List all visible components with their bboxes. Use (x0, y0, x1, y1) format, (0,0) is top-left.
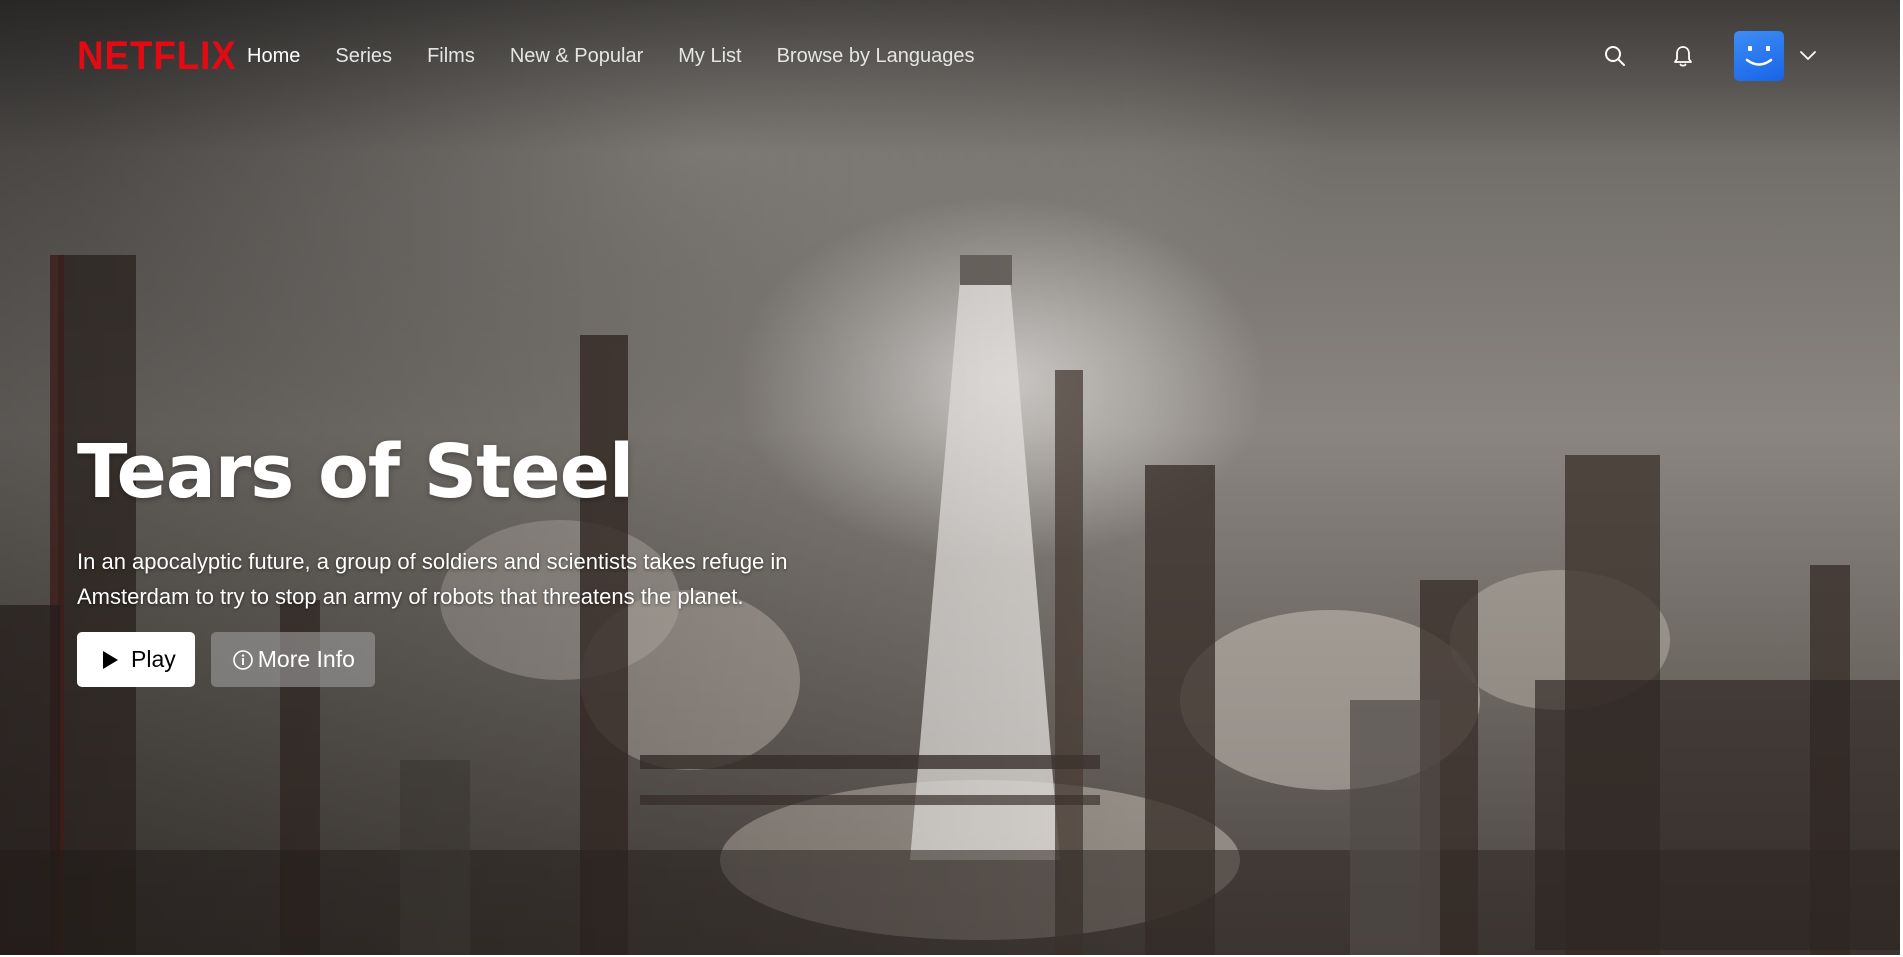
hero-actions: Play More Info (77, 632, 797, 687)
nav-item-browse-by-languages[interactable]: Browse by Languages (777, 44, 975, 68)
hero-title: Tears of Steel (77, 429, 634, 515)
more-info-button-label: More Info (257, 646, 355, 672)
play-button[interactable]: Play (77, 632, 195, 687)
avatar[interactable] (1734, 31, 1784, 81)
chevron-down-icon (1800, 51, 1816, 60)
play-icon (101, 650, 119, 670)
search-button[interactable] (1600, 41, 1630, 71)
netflix-app: NETFLIX Home Series Films New & Popular … (0, 0, 1903, 957)
info-icon (232, 649, 254, 671)
top-navbar: NETFLIX Home Series Films New & Popular … (0, 0, 1900, 112)
nav-item-series[interactable]: Series (335, 44, 392, 68)
notifications-button[interactable] (1668, 41, 1698, 71)
smiley-face-icon (1745, 46, 1773, 66)
nav-secondary (1600, 30, 1818, 82)
nav-item-home[interactable]: Home (247, 44, 300, 68)
primary-nav: Home Series Films New & Popular My List … (247, 44, 1010, 68)
profile-menu-toggle[interactable] (1798, 46, 1818, 66)
nav-item-new-popular[interactable]: New & Popular (510, 44, 643, 68)
more-info-button[interactable]: More Info (210, 632, 375, 687)
play-button-label: Play (131, 646, 176, 672)
hero-description: In an apocalyptic future, a group of sol… (77, 549, 788, 609)
netflix-logo[interactable]: NETFLIX (77, 33, 237, 79)
bell-icon (1674, 46, 1692, 67)
nav-item-my-list[interactable]: My List (678, 44, 741, 68)
search-icon (1605, 46, 1625, 66)
nav-item-films[interactable]: Films (427, 44, 475, 68)
hero-info: Tears of Steel In an apocalyptic future,… (77, 430, 797, 687)
